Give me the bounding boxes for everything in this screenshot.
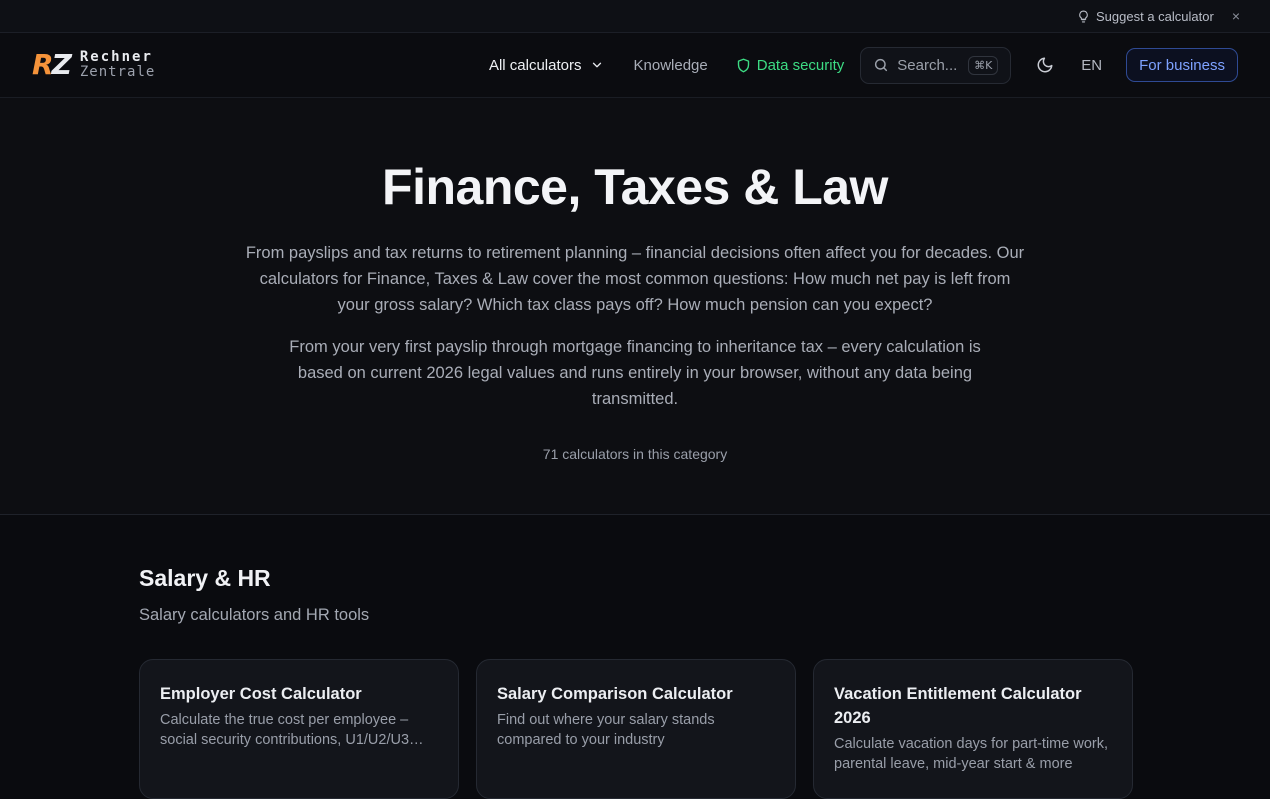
card-title: Employer Cost Calculator <box>160 685 362 703</box>
category-hero: Finance, Taxes & Law From payslips and t… <box>0 98 1270 515</box>
calculator-card-grid: Employer Cost Calculator Calculate the t… <box>139 659 1270 799</box>
language-switcher[interactable]: EN <box>1081 57 1102 74</box>
section-subtitle: Salary calculators and HR tools <box>139 606 370 624</box>
moon-icon <box>1037 57 1053 73</box>
chevron-down-icon <box>592 62 601 68</box>
logo-line1: Rechner <box>79 49 153 66</box>
card-title: Vacation Entitlement Calculator 2026 <box>834 685 1082 727</box>
logo-mark: RZ <box>32 48 72 81</box>
card-description: Calculate vacation days for part-time wo… <box>834 736 1108 772</box>
all-calculators-dropdown[interactable]: All calculators <box>489 57 604 74</box>
hero-paragraph-2: From your very first payslip through mor… <box>289 338 981 408</box>
search-box[interactable]: Search... ⌘K <box>860 46 1012 84</box>
main-navbar: RZ Rechner Zentrale All calculators Know… <box>0 33 1270 98</box>
all-calculators-label: All calculators <box>488 56 582 74</box>
search-placeholder: Search... <box>897 56 958 74</box>
logo-line2: Zentrale <box>79 64 156 80</box>
data-security-link[interactable]: Data security <box>736 56 845 74</box>
page-title: Finance, Taxes & Law <box>382 159 888 215</box>
card-title: Salary Comparison Calculator <box>497 685 733 703</box>
knowledge-link[interactable]: Knowledge <box>634 57 708 74</box>
logo-mark-r: R <box>32 48 54 81</box>
theme-toggle-button[interactable] <box>1027 47 1063 83</box>
logo-wordmark: Rechner Zentrale <box>80 50 155 79</box>
search-icon <box>875 58 888 72</box>
for-business-button[interactable]: For business <box>1126 48 1238 82</box>
announcement-bar: Suggest a calculator × <box>0 0 1270 33</box>
search-shortcut-badge: ⌘K <box>968 55 999 75</box>
section-title: Salary & HR <box>139 565 271 591</box>
card-description: Calculate the true cost per employee – s… <box>160 712 410 748</box>
calculator-count: 71 calculators in this category <box>542 446 728 462</box>
data-security-label: Data security <box>756 56 845 74</box>
site-logo[interactable]: RZ Rechner Zentrale <box>32 50 155 79</box>
shield-icon <box>737 58 749 72</box>
suggest-calculator-link[interactable]: Suggest a calculator <box>1077 9 1214 24</box>
card-description: Find out where your salary stands compar… <box>497 712 715 748</box>
close-icon[interactable]: × <box>1232 8 1240 24</box>
lightbulb-icon <box>1079 10 1088 22</box>
nav-actions: All calculators Knowledge Data security … <box>489 46 1238 84</box>
logo-mark-z: Z <box>51 48 72 81</box>
calculator-card-employer-cost[interactable]: Employer Cost Calculator Calculate the t… <box>139 659 459 799</box>
hero-paragraph-1: From payslips and tax returns to retirem… <box>245 244 1025 314</box>
section-salary-hr: Salary & HR Salary calculators and HR to… <box>0 515 1270 799</box>
calculator-card-salary-comparison[interactable]: Salary Comparison Calculator Find out wh… <box>476 659 796 799</box>
calculator-card-vacation-entitlement[interactable]: Vacation Entitlement Calculator 2026 Cal… <box>813 659 1133 799</box>
suggest-calculator-label: Suggest a calculator <box>1096 8 1214 24</box>
